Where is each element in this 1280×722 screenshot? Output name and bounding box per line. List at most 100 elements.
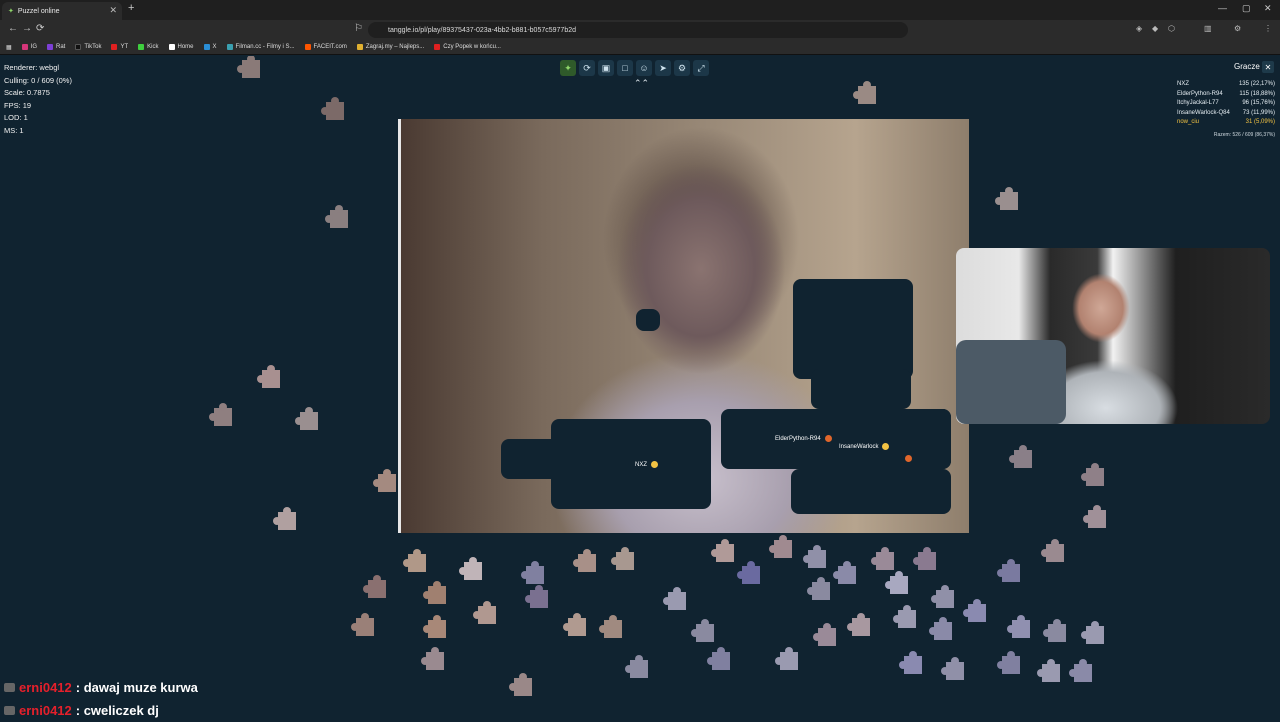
puzzle-piece[interactable] [257, 365, 280, 388]
puzzle-piece[interactable] [931, 585, 954, 608]
puzzle-piece[interactable] [775, 647, 798, 670]
share-icon[interactable]: ➤ [655, 60, 671, 76]
players-icon[interactable]: ☺ [636, 60, 652, 76]
address-bar[interactable]: tanggle.io/pl/play/89375437-023a-4bb2-b8… [368, 22, 908, 38]
bookmark-item[interactable]: Zagraj.my – Najleps... [356, 44, 424, 50]
puzzle-game-area[interactable]: Renderer: webgl Culling: 0 / 609 (0%) Sc… [0, 56, 1280, 700]
puzzle-piece[interactable] [423, 615, 446, 638]
puzzle-piece[interactable] [351, 613, 374, 636]
puzzle-piece[interactable] [1081, 463, 1104, 486]
apps-grid-icon[interactable]: ▦ [6, 44, 12, 51]
puzzle-piece[interactable] [691, 619, 714, 642]
bookmark-item[interactable]: Kick [138, 44, 159, 50]
puzzle-piece[interactable] [273, 507, 296, 530]
puzzle-piece[interactable] [833, 561, 856, 584]
settings-icon[interactable]: ⚙ [1234, 24, 1241, 33]
rotate-icon[interactable]: ⟳ [579, 60, 595, 76]
puzzle-piece[interactable] [573, 549, 596, 572]
bookmark-item[interactable]: Czy Popek w końcu... [434, 44, 501, 50]
puzzle-piece[interactable] [807, 577, 830, 600]
puzzle-piece[interactable] [997, 559, 1020, 582]
puzzle-piece[interactable] [847, 613, 870, 636]
puzzle-piece[interactable] [871, 547, 894, 570]
puzzle-piece[interactable] [885, 571, 908, 594]
extensions-icon[interactable]: ⬡ [1168, 24, 1175, 33]
puzzle-piece[interactable] [803, 545, 826, 568]
puzzle-piece[interactable] [1037, 659, 1060, 682]
bookmark-item[interactable]: Filman.cc - Filmy i S... [226, 44, 295, 50]
puzzle-piece[interactable] [893, 605, 916, 628]
puzzle-piece[interactable] [209, 403, 232, 426]
bookmark-item[interactable]: TikTok [75, 44, 101, 50]
puzzle-piece[interactable] [1083, 505, 1106, 528]
puzzle-piece[interactable] [663, 587, 686, 610]
puzzle-piece[interactable] [995, 187, 1018, 210]
bookmark-item[interactable]: IG [21, 44, 37, 50]
puzzle-piece[interactable] [707, 647, 730, 670]
puzzle-piece[interactable] [423, 581, 446, 604]
puzzle-piece[interactable] [611, 547, 634, 570]
puzzle-piece[interactable] [963, 599, 986, 622]
puzzle-piece[interactable] [853, 81, 876, 104]
puzzle-piece[interactable] [1081, 621, 1104, 644]
bookmark-item[interactable]: Home [168, 44, 194, 50]
frame-icon[interactable]: □ [617, 60, 633, 76]
puzzle-piece[interactable] [295, 407, 318, 430]
forward-icon[interactable]: → [22, 23, 32, 34]
bookmark-icon[interactable]: ⚐ [354, 23, 363, 34]
puzzle-piece[interactable] [473, 601, 496, 624]
puzzle-piece[interactable] [509, 673, 532, 696]
puzzle-piece[interactable] [237, 56, 260, 78]
browser-tab[interactable]: ✦ Puzzel online ✕ [2, 2, 122, 20]
settings-icon[interactable]: ⚙ [674, 60, 690, 76]
puzzle-piece[interactable] [997, 651, 1020, 674]
extension-icon[interactable]: ◈ [1136, 24, 1142, 33]
bookmark-item[interactable]: X [203, 44, 217, 50]
puzzle-piece[interactable] [929, 617, 952, 640]
puzzle-piece[interactable] [625, 655, 648, 678]
puzzle-piece[interactable] [1009, 445, 1032, 468]
puzzle-piece[interactable] [1007, 615, 1030, 638]
puzzle-piece[interactable] [737, 561, 760, 584]
puzzle-piece[interactable] [403, 549, 426, 572]
bookmark-item[interactable]: Rat [47, 44, 65, 50]
puzzle-piece[interactable] [373, 469, 396, 492]
puzzle-piece[interactable] [521, 561, 544, 584]
sidebar-icon[interactable]: ▥ [1204, 24, 1212, 33]
puzzle-piece[interactable] [363, 575, 386, 598]
puzzle-piece[interactable] [913, 547, 936, 570]
extension-icon[interactable]: ◆ [1152, 24, 1158, 33]
bookmark-item[interactable]: FACEIT.com [304, 44, 347, 50]
collapse-toolbar-icon[interactable]: ⌃⌃ [634, 78, 649, 89]
puzzle-piece[interactable] [1041, 539, 1064, 562]
puzzle-piece[interactable] [599, 615, 622, 638]
debug-fps: FPS: 19 [4, 100, 32, 110]
menu-icon[interactable]: ⋮ [1264, 24, 1272, 33]
puzzle-piece[interactable] [525, 585, 548, 608]
puzzle-piece[interactable] [325, 205, 348, 228]
puzzle-board[interactable]: NXZ ElderPython-R94 InsaneWarlock [398, 119, 969, 533]
puzzle-piece[interactable] [769, 535, 792, 558]
puzzle-piece[interactable] [711, 539, 734, 562]
window-close-icon[interactable]: ✕ [1264, 3, 1272, 14]
puzzle-piece[interactable] [813, 623, 836, 646]
puzzle-piece[interactable] [563, 613, 586, 636]
maximize-icon[interactable]: ▢ [1242, 3, 1251, 14]
new-tab-button[interactable]: + [128, 2, 134, 14]
players-close-icon[interactable]: ✕ [1262, 61, 1274, 73]
puzzle-piece[interactable] [899, 651, 922, 674]
fullscreen-icon[interactable]: ⤢ [693, 60, 709, 76]
preview-icon[interactable]: ▣ [598, 60, 614, 76]
puzzle-piece[interactable] [1043, 619, 1066, 642]
tab-close-icon[interactable]: ✕ [109, 5, 117, 16]
puzzle-piece[interactable] [1069, 659, 1092, 682]
puzzle-piece[interactable] [459, 557, 482, 580]
reload-icon[interactable]: ⟳ [36, 23, 44, 34]
puzzle-piece[interactable] [941, 657, 964, 680]
puzzle-piece[interactable] [321, 97, 344, 120]
back-icon[interactable]: ← [8, 23, 18, 34]
puzzle-piece-icon[interactable]: ✦ [560, 60, 576, 76]
bookmark-item[interactable]: YT [111, 44, 128, 50]
minimize-icon[interactable]: — [1218, 3, 1227, 13]
puzzle-piece[interactable] [421, 647, 444, 670]
